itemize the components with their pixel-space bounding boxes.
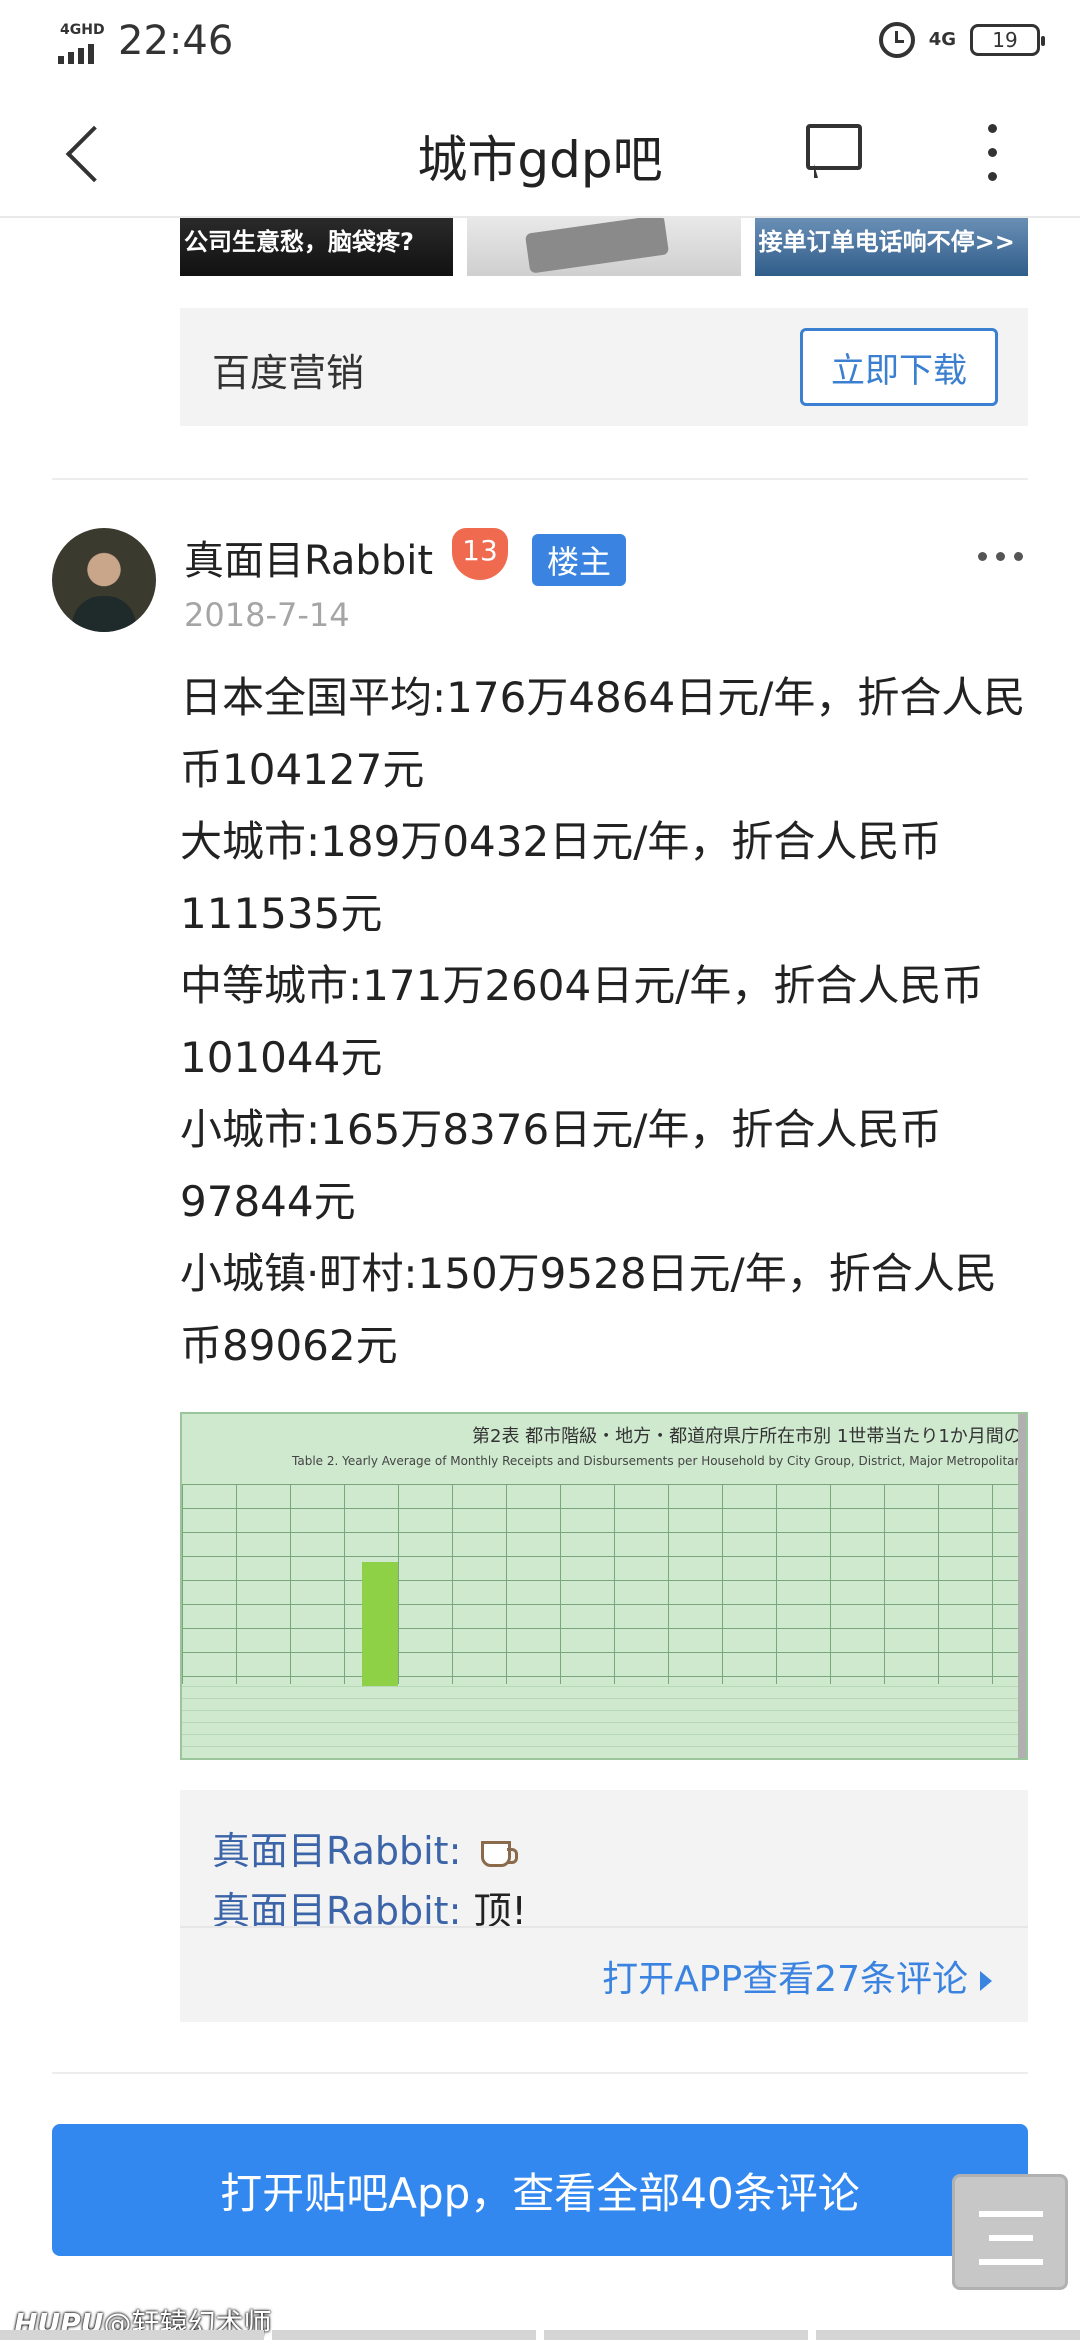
image-subtitle: Table 2. Yearly Average of Monthly Recei… xyxy=(292,1454,1026,1468)
page-title: 城市gdp吧 xyxy=(417,131,663,189)
network-label: 4GHD xyxy=(60,22,105,38)
level-badge: 13 xyxy=(452,528,512,584)
divider xyxy=(52,2072,1028,2074)
comment-item: 真面目Rabbit: xyxy=(212,1820,519,1875)
comment-author[interactable]: 真面目Rabbit xyxy=(212,1829,449,1873)
caret-right-icon xyxy=(980,1971,992,1991)
open-app-button[interactable]: 打开贴吧App，查看全部40条评论 xyxy=(52,2124,1028,2256)
status-bar: 4GHD 22:46 4G 19 xyxy=(0,0,1080,84)
ad-image-strip[interactable]: 公司生意愁，脑袋疼? 接单订单电话响不停>> xyxy=(180,218,1028,276)
post-line: 小城市:165万8376日元/年，折合人民币97844元 xyxy=(180,1105,942,1226)
post-image[interactable]: 第2表 都市階級・地方・都道府県庁所在市別 1世帯当たり1か月間の収入と支出 T… xyxy=(180,1412,1028,1760)
nav-bar: 城市gdp吧 xyxy=(0,84,1080,218)
battery-icon: 19 xyxy=(970,24,1045,56)
owner-badge: 楼主 xyxy=(532,534,626,586)
open-app-comments-link[interactable]: 打开APP查看27条评论 xyxy=(602,1950,992,2002)
post-content: 日本全国平均:176万4864日元/年，折合人民币104127元 大城市:189… xyxy=(180,662,1036,1382)
more-menu-icon[interactable] xyxy=(986,120,998,184)
post-line: 大城市:189万0432日元/年，折合人民币111535元 xyxy=(180,817,942,938)
ad-thumbnail[interactable]: 接单订单电话响不停>> xyxy=(754,218,1028,276)
comment-icon[interactable] xyxy=(806,124,862,180)
image-scrollbar xyxy=(1018,1414,1026,1758)
image-title: 第2表 都市階級・地方・都道府県庁所在市別 1世帯当たり1か月間の収入と支出 xyxy=(472,1426,1026,1447)
network-type: 4G xyxy=(928,29,956,50)
post-line: 小城镇·町村:150万9528日元/年，折合人民币89062元 xyxy=(180,1249,997,1370)
post-more-icon[interactable] xyxy=(978,552,1024,564)
ad-card[interactable]: 百度营销 立即下载 xyxy=(180,308,1028,426)
download-button[interactable]: 立即下载 xyxy=(800,328,998,406)
divider xyxy=(52,478,1028,480)
ad-thumbnail[interactable] xyxy=(467,218,741,276)
menu-icon[interactable] xyxy=(952,2174,1068,2290)
post-line: 日本全国平均:176万4864日元/年，折合人民币104127元 xyxy=(180,673,1026,794)
post-date: 2018-7-14 xyxy=(184,596,350,634)
post-line: 中等城市:171万2604日元/年，折合人民币101044元 xyxy=(180,961,984,1082)
author-name[interactable]: 真面目Rabbit xyxy=(184,528,433,586)
comment-preview[interactable]: 真面目Rabbit: 真面目Rabbit: 顶! 打开APP查看27条评论 xyxy=(180,1790,1028,2022)
ad-thumbnail[interactable]: 公司生意愁，脑袋疼? xyxy=(180,218,454,276)
bottom-strip xyxy=(0,2330,1080,2340)
signal-icon: 4GHD xyxy=(58,22,108,64)
avatar[interactable] xyxy=(52,528,156,632)
tea-cup-icon xyxy=(481,1840,519,1867)
alarm-icon xyxy=(878,22,915,58)
battery-level: 19 xyxy=(992,28,1018,52)
status-time: 22:46 xyxy=(118,18,234,64)
advertiser-name: 百度营销 xyxy=(212,351,365,395)
divider xyxy=(180,1926,1028,1928)
